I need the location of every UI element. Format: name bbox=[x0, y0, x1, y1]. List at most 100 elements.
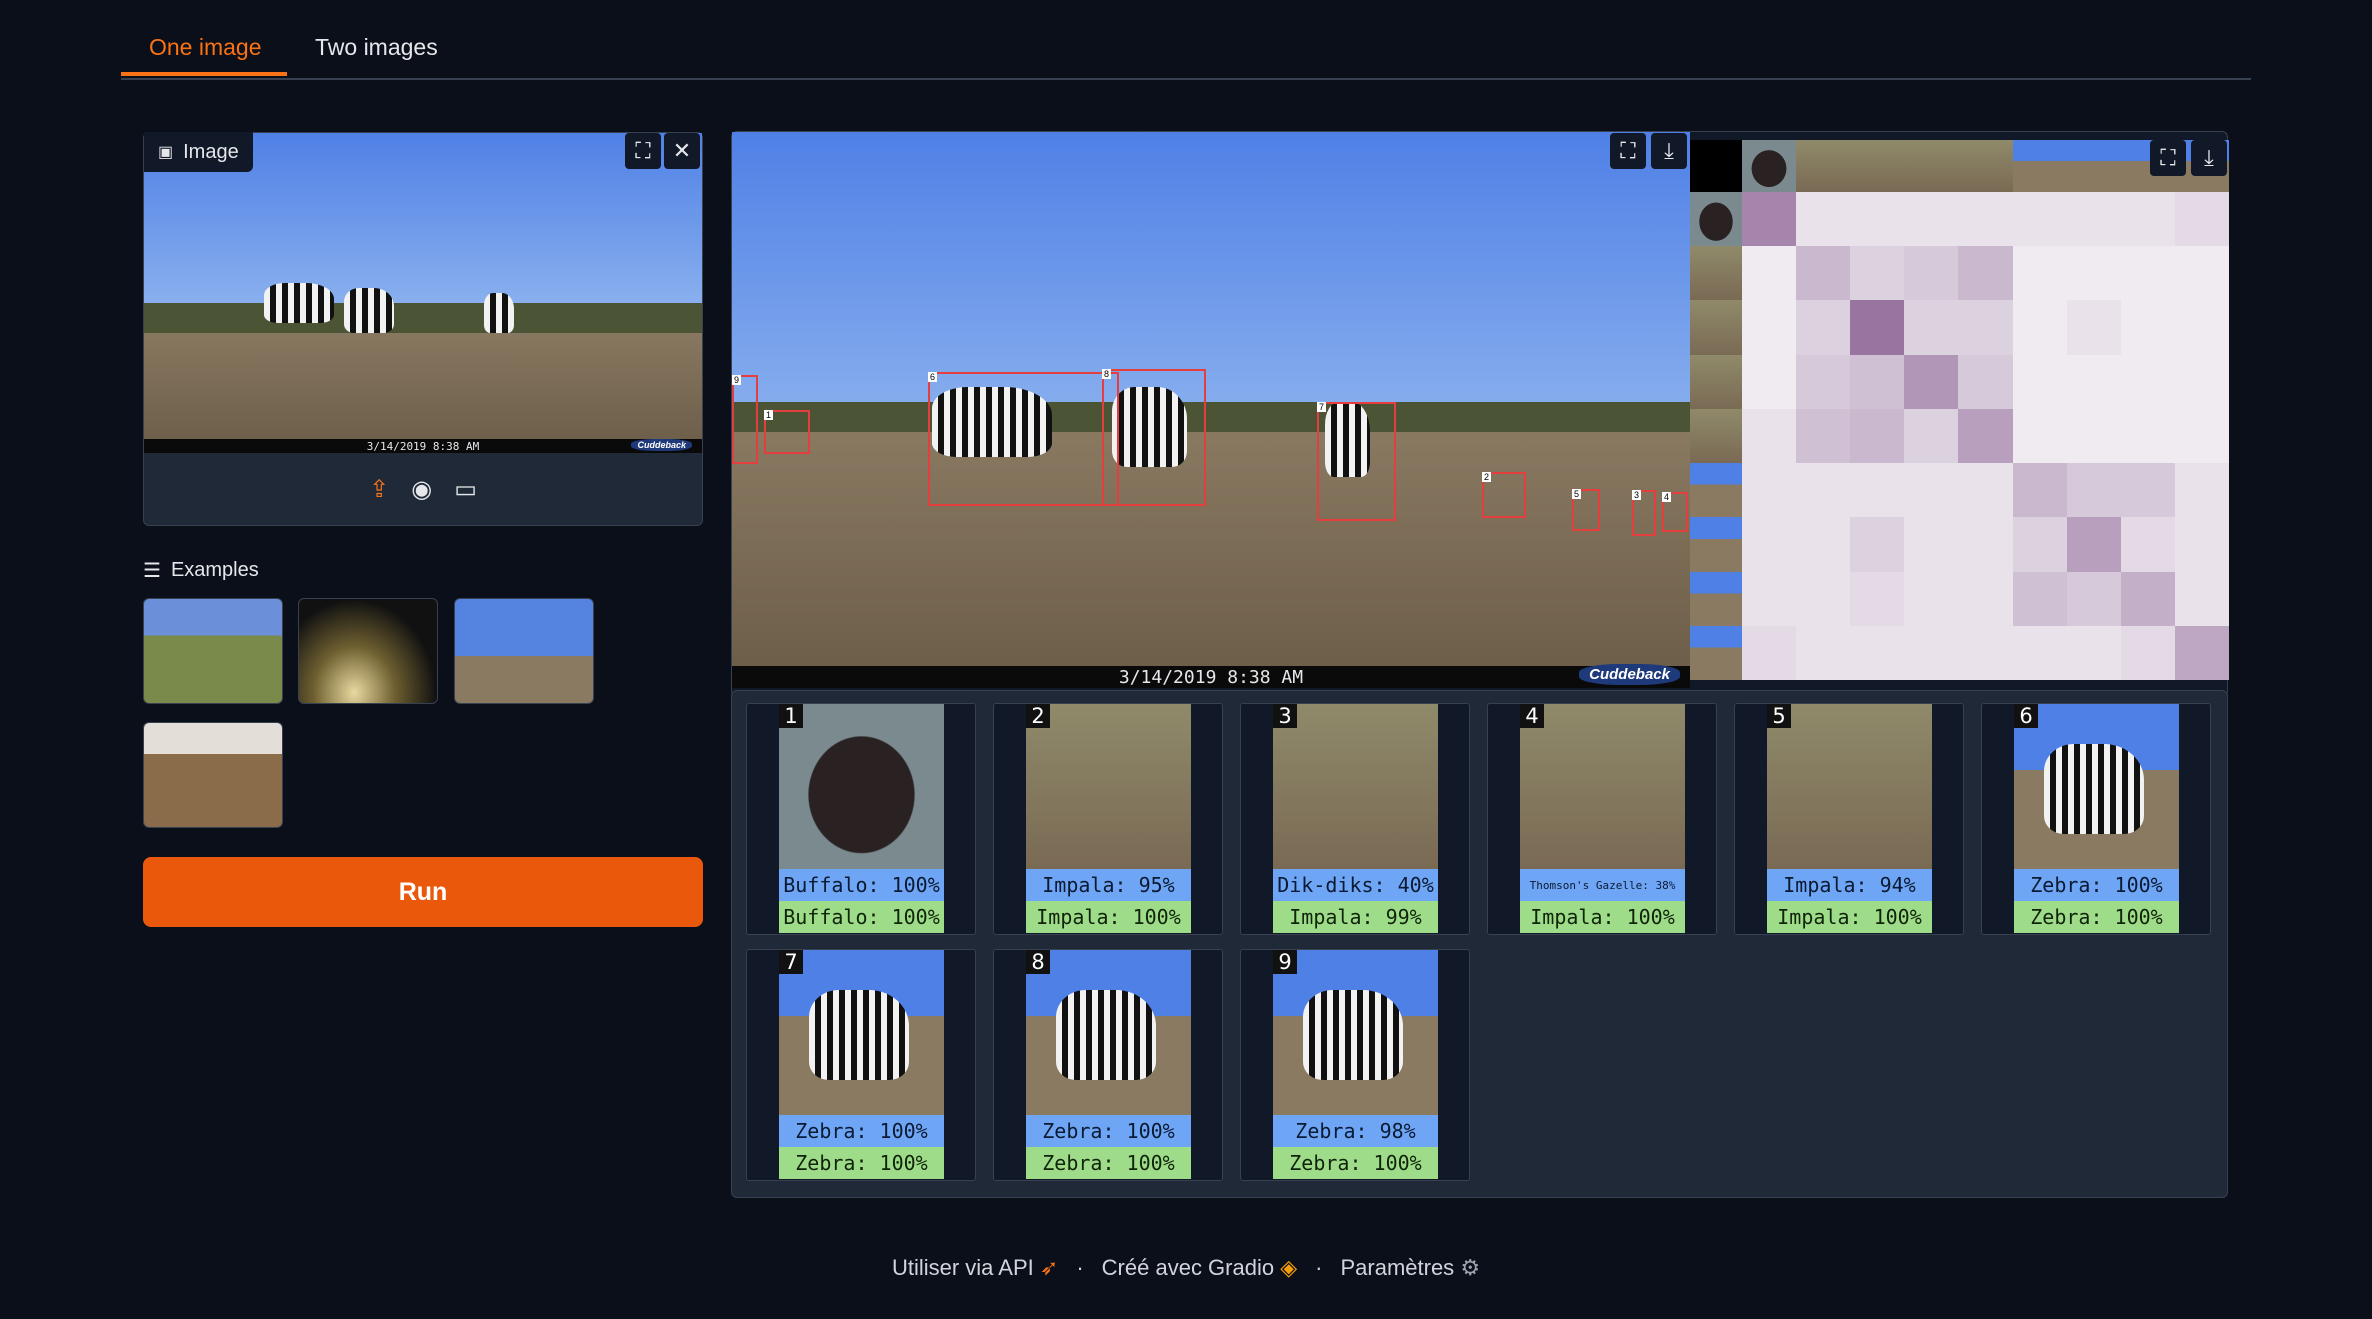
heatmap-cell bbox=[2174, 192, 2230, 247]
heatmap-cell bbox=[1958, 246, 2014, 301]
detection-box: 4 bbox=[1662, 492, 1688, 532]
heatmap-cell bbox=[1850, 625, 1905, 681]
heatmap-cell bbox=[1850, 192, 1905, 247]
heatmap-cell bbox=[1904, 354, 1959, 410]
example-night-scene[interactable] bbox=[298, 598, 438, 704]
crop-card[interactable]: 5 Impala: 94% Impala: 100% bbox=[1734, 703, 1964, 935]
heatmap-cell bbox=[1904, 463, 1959, 518]
heatmap-cell bbox=[2120, 354, 2176, 410]
heatmap-cell bbox=[1850, 408, 1905, 464]
tab-one-image[interactable]: One image bbox=[149, 34, 262, 61]
heatmap-column-thumbnail bbox=[1742, 140, 1797, 192]
heatmap-column-thumbnail bbox=[1904, 140, 1959, 192]
example-zebras-savanna[interactable] bbox=[454, 598, 594, 704]
detection-box: 1 bbox=[764, 410, 810, 454]
heatmap-cell bbox=[2066, 463, 2122, 518]
heatmap-row-thumbnail bbox=[1690, 625, 1742, 680]
heatmap-cell bbox=[1742, 354, 1797, 410]
image-input-panel: 3/14/2019 8:38 AM Cuddeback ⇪ ◉ ▭ bbox=[143, 132, 703, 526]
crop-number: 8 bbox=[1026, 950, 1050, 974]
crop-card[interactable]: 4 Thomson's Gazelle: 38% Impala: 100% bbox=[1487, 703, 1717, 935]
detection-box: 3 bbox=[1632, 490, 1656, 536]
crop-number: 9 bbox=[1273, 950, 1297, 974]
heatmap-cell bbox=[2066, 354, 2122, 410]
heatmap-cell bbox=[2174, 517, 2230, 573]
heatmap-cell bbox=[2012, 354, 2068, 410]
tab-two-images[interactable]: Two images bbox=[315, 34, 438, 61]
heatmap-cell bbox=[1850, 463, 1905, 518]
heatmap-cell bbox=[1958, 300, 2014, 356]
examples-header: ☰ Examples bbox=[143, 558, 259, 583]
output-timestamp: 3/14/2019 8:38 AM bbox=[1118, 666, 1304, 688]
webcam-icon[interactable]: ◉ bbox=[411, 475, 432, 504]
similarity-heatmap bbox=[1690, 140, 2230, 681]
gradio-link[interactable]: Créé avec Gradio ◈ bbox=[1102, 1255, 1297, 1281]
crop-number: 1 bbox=[779, 704, 803, 728]
heatmap-cell bbox=[1958, 517, 2014, 573]
heatmap-cell bbox=[2120, 192, 2176, 247]
fullscreen-icon[interactable]: ⛶ bbox=[1610, 133, 1646, 169]
image-icon: ▣ bbox=[158, 144, 174, 161]
fullscreen-icon[interactable]: ⛶ bbox=[2150, 140, 2186, 176]
heatmap-cell bbox=[1904, 517, 1959, 573]
gear-icon: ⚙ bbox=[1460, 1255, 1481, 1280]
heatmap-cell bbox=[1904, 246, 1959, 301]
heatmap-cell bbox=[1742, 517, 1797, 573]
crop-card[interactable]: 1 Buffalo: 100% Buffalo: 100% bbox=[746, 703, 976, 935]
crop-number: 7 bbox=[779, 950, 803, 974]
crop-image bbox=[1520, 704, 1685, 869]
heatmap-cell bbox=[1850, 571, 1905, 627]
heatmap-cell bbox=[2012, 192, 2068, 247]
heatmap-cell bbox=[1796, 246, 1851, 301]
annotated-image: 9 1 6 8 7 2 5 3 4 3/14/2019 8:38 AM Cudd… bbox=[732, 132, 1690, 688]
crop-image bbox=[2014, 704, 2179, 869]
heatmap-column-thumbnail bbox=[1796, 140, 1851, 192]
heatmap-cell bbox=[1958, 354, 2014, 410]
examples-label: Examples bbox=[170, 559, 259, 581]
crop-card[interactable]: 9 Zebra: 98% Zebra: 100% bbox=[1240, 949, 1470, 1181]
heatmap-cell bbox=[1796, 300, 1851, 356]
heatmap-cell bbox=[1796, 463, 1851, 518]
crop-image bbox=[779, 704, 944, 869]
example-impala-grazing[interactable] bbox=[143, 722, 283, 828]
heatmap-cell bbox=[1904, 571, 1959, 627]
fullscreen-icon[interactable]: ⛶ bbox=[625, 133, 661, 169]
heatmap-cell bbox=[2012, 625, 2068, 681]
input-image: 3/14/2019 8:38 AM Cuddeback bbox=[144, 133, 702, 453]
download-icon[interactable]: ⤓ bbox=[2191, 140, 2227, 176]
heatmap-cell bbox=[2066, 300, 2122, 356]
heatmap-cell bbox=[1796, 517, 1851, 573]
run-button[interactable]: Run bbox=[143, 857, 703, 927]
heatmap-row-thumbnail bbox=[1690, 246, 1742, 301]
crop-truth-label: Zebra: 100% bbox=[1026, 1147, 1191, 1179]
detection-box: 8 bbox=[1102, 369, 1206, 506]
heatmap-cell bbox=[1958, 571, 2014, 627]
crop-prediction-label: Zebra: 100% bbox=[1026, 1115, 1191, 1147]
example-savanna-grassland[interactable] bbox=[143, 598, 283, 704]
crop-card[interactable]: 8 Zebra: 100% Zebra: 100% bbox=[993, 949, 1223, 1181]
crop-card[interactable]: 6 Zebra: 100% Zebra: 100% bbox=[1981, 703, 2211, 935]
settings-link[interactable]: Paramètres ⚙ bbox=[1340, 1255, 1480, 1281]
crop-card[interactable]: 7 Zebra: 100% Zebra: 100% bbox=[746, 949, 976, 1181]
image-label: ▣ Image bbox=[144, 132, 253, 172]
heatmap-row-thumbnail bbox=[1690, 354, 1742, 409]
heatmap-cell bbox=[2066, 571, 2122, 627]
crops-gallery: 1 Buffalo: 100% Buffalo: 100% 2 Impala: 95% I… bbox=[731, 690, 2228, 1198]
heatmap-cell bbox=[1742, 246, 1797, 301]
heatmap-cell bbox=[2120, 246, 2176, 301]
close-icon[interactable]: ✕ bbox=[664, 133, 700, 169]
heatmap-cell bbox=[2012, 463, 2068, 518]
api-link[interactable]: Utiliser via API ➶ bbox=[892, 1255, 1058, 1281]
crop-prediction-label: Dik-diks: 40% bbox=[1273, 869, 1438, 901]
crop-card[interactable]: 3 Dik-diks: 40% Impala: 99% bbox=[1240, 703, 1470, 935]
heatmap-cell bbox=[2174, 354, 2230, 410]
detection-box: 2 bbox=[1482, 472, 1526, 518]
crop-image bbox=[1273, 950, 1438, 1115]
crop-card[interactable]: 2 Impala: 95% Impala: 100% bbox=[993, 703, 1223, 935]
upload-icon[interactable]: ⇪ bbox=[369, 475, 389, 504]
download-icon[interactable]: ⤓ bbox=[1651, 133, 1687, 169]
heatmap-cell bbox=[2120, 517, 2176, 573]
crop-image bbox=[1026, 950, 1191, 1115]
clipboard-icon[interactable]: ▭ bbox=[454, 475, 477, 504]
heatmap-cell bbox=[1904, 408, 1959, 464]
